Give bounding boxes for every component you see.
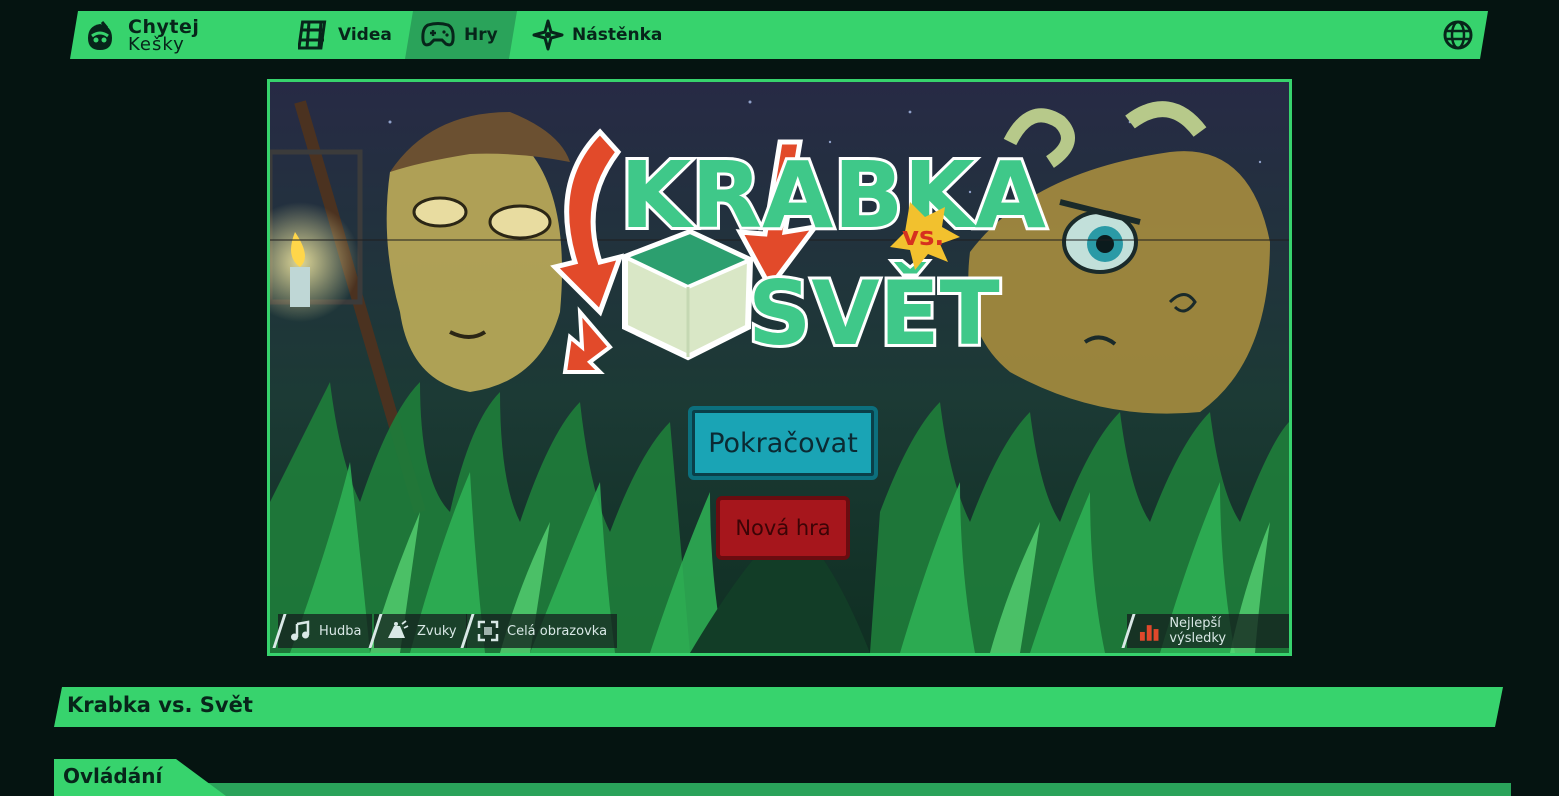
continue-button-label: Pokračovat (708, 427, 858, 459)
gamepad-icon (420, 20, 456, 50)
nav-item-label: Nástěnka (572, 25, 663, 45)
music-toggle[interactable]: Hudba (272, 614, 372, 648)
page-title-bar: Krabka vs. Svět (54, 687, 1503, 727)
nav-item-nastenka[interactable]: Nástěnka (532, 11, 662, 59)
section-header-controls: Ovládání (54, 759, 226, 796)
highscores-label: Nejlepší výsledky (1169, 616, 1227, 646)
nav-item-hry[interactable]: Hry (405, 11, 517, 59)
logo-vs: vs. (902, 222, 944, 252)
fullscreen-toggle[interactable]: Celá obrazovka (460, 614, 618, 648)
site-logo[interactable]: Chytej Kešky (82, 16, 199, 56)
section-divider (54, 783, 1511, 796)
film-icon (298, 19, 330, 51)
fullscreen-label: Celá obrazovka (507, 623, 608, 639)
logo-icon (82, 18, 118, 54)
music-icon (291, 620, 310, 641)
bar-chart-icon (1139, 625, 1159, 641)
highscores-button[interactable]: Nejlepší výsledky (1121, 614, 1289, 648)
new-game-button-label: Nová hra (735, 516, 831, 540)
continue-button[interactable]: Pokračovat (688, 406, 878, 480)
board-icon (532, 19, 564, 51)
page-title: Krabka vs. Svět (67, 693, 253, 717)
top-navigation: Chytej Kešky Videa Hry Nástěnka (70, 11, 1488, 59)
nav-item-videa[interactable]: Videa (298, 11, 404, 59)
fullscreen-icon (477, 620, 499, 642)
sound-icon (388, 620, 409, 638)
section-title: Ovládání (63, 764, 163, 788)
sound-label: Zvuky (417, 623, 457, 639)
logo-title-line2: SVĚT (748, 262, 1000, 365)
nav-item-label: Videa (338, 25, 392, 45)
brand-name-line2: Kešky (128, 34, 185, 55)
game-background: KRABKA SVĚT vs. (270, 82, 1289, 653)
game-canvas[interactable]: KRABKA SVĚT vs. Pokračovat Nová hra Hudb… (267, 79, 1292, 656)
globe-icon[interactable] (1442, 19, 1474, 51)
game-logo: KRABKA SVĚT vs. (550, 128, 1049, 374)
new-game-button[interactable]: Nová hra (716, 496, 850, 560)
music-label: Hudba (319, 623, 362, 639)
nav-item-label: Hry (464, 25, 498, 45)
sound-toggle[interactable]: Zvuky (368, 614, 467, 648)
